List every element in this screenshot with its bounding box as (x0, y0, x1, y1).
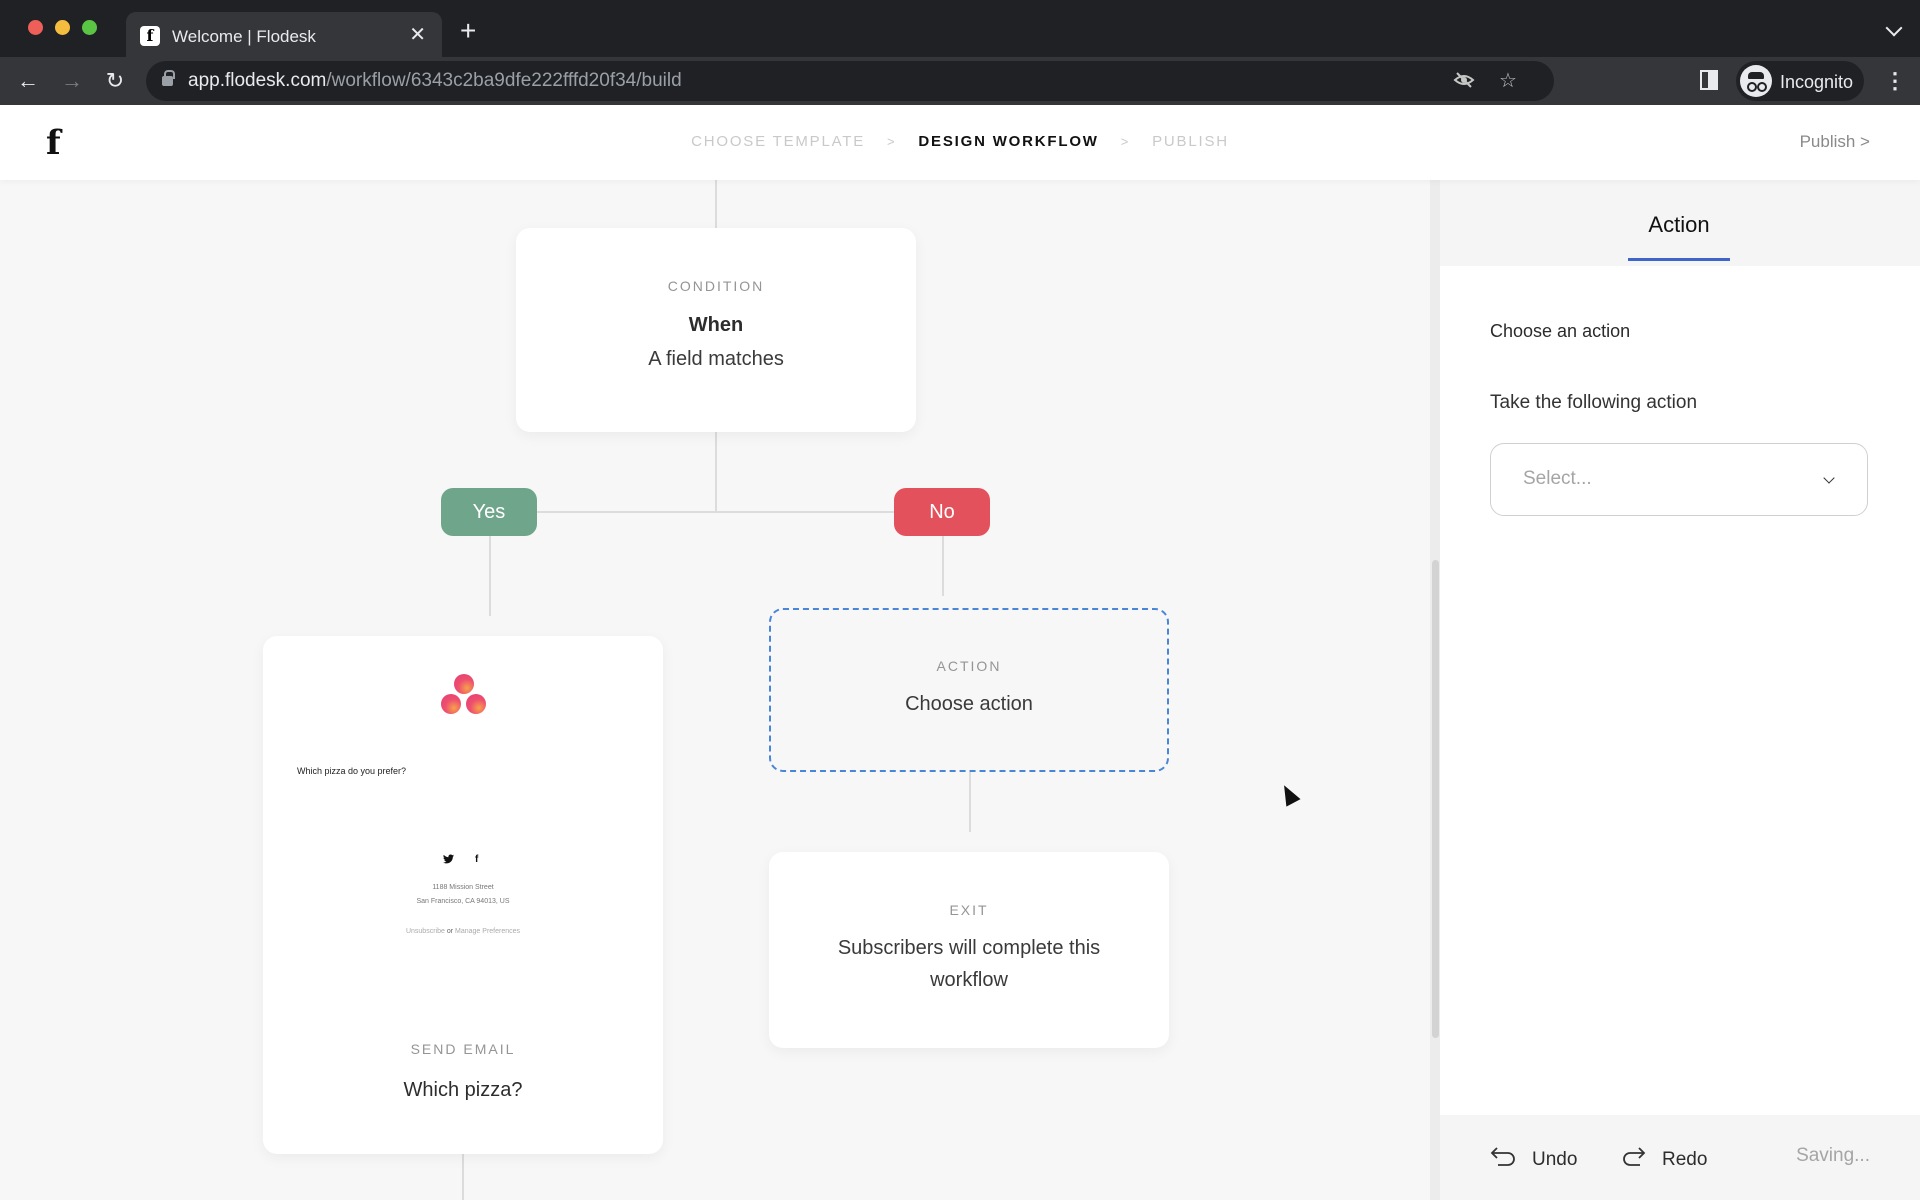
send-email-kicker: SEND EMAIL (410, 1041, 516, 1057)
forward-button[interactable]: → (56, 65, 88, 97)
side-panel-icon[interactable] (1700, 70, 1718, 90)
yes-branch-label[interactable]: Yes (441, 488, 537, 536)
eye-off-icon[interactable] (1452, 69, 1476, 93)
connector-line (969, 772, 971, 832)
tab-search-chevron-icon[interactable] (1885, 19, 1903, 37)
browser-tab-bar: f Welcome | Flodesk ✕ + (0, 0, 1920, 65)
undo-icon (1490, 1145, 1518, 1175)
connector-line (942, 536, 944, 596)
preview-unsubscribe-row: Unsubscribe or Manage Preferences (263, 928, 663, 935)
logo-dot (454, 674, 474, 694)
facebook-icon: f (475, 854, 479, 865)
exit-card[interactable]: EXIT Subscribers will complete this work… (769, 852, 1169, 1048)
incognito-icon (1740, 65, 1772, 97)
incognito-profile-button[interactable]: Incognito (1736, 61, 1864, 101)
action-select-placeholder: Select... (1523, 468, 1592, 489)
email-preview: Which pizza do you prefer? f 1188 Missio… (263, 636, 663, 986)
panel-heading: Choose an action (1490, 321, 1631, 341)
connector-line (536, 511, 896, 513)
send-email-title: Which pizza? (403, 1079, 523, 1101)
panel-tab-bar: Action (1440, 180, 1920, 266)
window-minimize-button[interactable] (55, 20, 70, 35)
tab-action[interactable]: Action (1628, 212, 1730, 238)
preview-or: or (446, 928, 454, 935)
save-status: Saving... (1796, 1145, 1870, 1166)
action-kicker: ACTION (936, 658, 1002, 674)
action-card[interactable]: ACTION Choose action (769, 608, 1169, 772)
logo-dot (441, 694, 461, 714)
active-tab-indicator (1628, 258, 1730, 261)
bookmark-star-icon[interactable]: ☆ (1496, 69, 1520, 93)
chevron-down-icon (1823, 472, 1835, 484)
preview-manage-link: Manage Preferences (455, 928, 521, 935)
back-button[interactable]: ← (12, 65, 44, 97)
publish-button[interactable]: Publish > (1800, 132, 1870, 152)
no-branch-label[interactable]: No (894, 488, 990, 536)
workflow-steps-breadcrumb: CHOOSE TEMPLATE > DESIGN WORKFLOW > PUBL… (0, 133, 1920, 150)
preview-question: Which pizza do you prefer? (297, 766, 407, 776)
url-text[interactable]: app.flodesk.com/workflow/6343c2ba9dfe222… (188, 70, 682, 92)
exit-kicker: EXIT (949, 902, 989, 918)
redo-button[interactable]: Redo (1620, 1145, 1707, 1175)
action-title: Choose action (905, 693, 1033, 715)
condition-kicker: CONDITION (667, 278, 765, 294)
reload-button[interactable]: ↻ (99, 65, 131, 97)
connector-line (462, 1154, 464, 1200)
connector-line (715, 180, 717, 228)
action-settings-panel: Action Choose an action Take the followi… (1440, 180, 1920, 1200)
twitter-icon (443, 854, 454, 867)
brand-logo-icon (441, 674, 487, 714)
redo-icon (1620, 1145, 1648, 1175)
flodesk-favicon-icon: f (140, 26, 160, 46)
preview-address-line2: San Francisco, CA 94013, US (416, 898, 510, 905)
address-bar[interactable]: app.flodesk.com/workflow/6343c2ba9dfe222… (146, 61, 1554, 101)
lock-icon[interactable] (162, 70, 175, 86)
condition-subtitle: A field matches (648, 348, 784, 370)
preview-unsubscribe-link: Unsubscribe (405, 928, 445, 935)
step-separator: > (1120, 134, 1131, 149)
canvas-scrollbar-thumb[interactable] (1432, 560, 1439, 1038)
logo-dot (466, 694, 486, 714)
panel-footer: Undo Redo Saving... (1440, 1115, 1920, 1200)
condition-title: When (688, 314, 744, 336)
flodesk-app: f CHOOSE TEMPLATE > DESIGN WORKFLOW > PU… (0, 105, 1920, 1200)
action-select[interactable]: Select... (1490, 443, 1868, 516)
close-tab-icon[interactable]: ✕ (409, 24, 426, 46)
redo-label: Redo (1662, 1149, 1708, 1171)
window-zoom-button[interactable] (82, 20, 97, 35)
exit-title: Subscribers will complete this workflow (837, 937, 1101, 991)
step-publish[interactable]: PUBLISH (1152, 133, 1229, 150)
step-separator: > (887, 134, 897, 149)
action-field-label: Take the following action (1490, 392, 1698, 413)
send-email-card[interactable]: Which pizza do you prefer? f 1188 Missio… (263, 636, 663, 1154)
connector-line (489, 536, 491, 616)
tab-title: Welcome | Flodesk (172, 27, 316, 46)
undo-button[interactable]: Undo (1490, 1145, 1577, 1175)
profile-label: Incognito (1780, 72, 1854, 92)
url-host: app.flodesk.com (188, 70, 327, 91)
undo-label: Undo (1532, 1149, 1578, 1171)
browser-menu-icon[interactable]: ⋮ (1884, 65, 1906, 97)
step-design-workflow[interactable]: DESIGN WORKFLOW (918, 133, 1098, 150)
condition-card[interactable]: CONDITION When A field matches (516, 228, 916, 432)
browser-toolbar: ← → ↻ app.flodesk.com/workflow/6343c2ba9… (0, 57, 1920, 105)
window-close-button[interactable] (28, 20, 43, 35)
new-tab-button[interactable]: + (460, 17, 476, 45)
app-header: f CHOOSE TEMPLATE > DESIGN WORKFLOW > PU… (0, 105, 1920, 180)
step-choose-template[interactable]: CHOOSE TEMPLATE (691, 133, 865, 150)
url-path: /workflow/6343c2ba9dfe222fffd20f34/build (326, 70, 682, 91)
workflow-canvas[interactable]: CONDITION When A field matches Yes No Wh… (0, 180, 1430, 1200)
preview-address-line1: 1188 Mission Street (432, 884, 494, 891)
connector-line (715, 432, 717, 512)
